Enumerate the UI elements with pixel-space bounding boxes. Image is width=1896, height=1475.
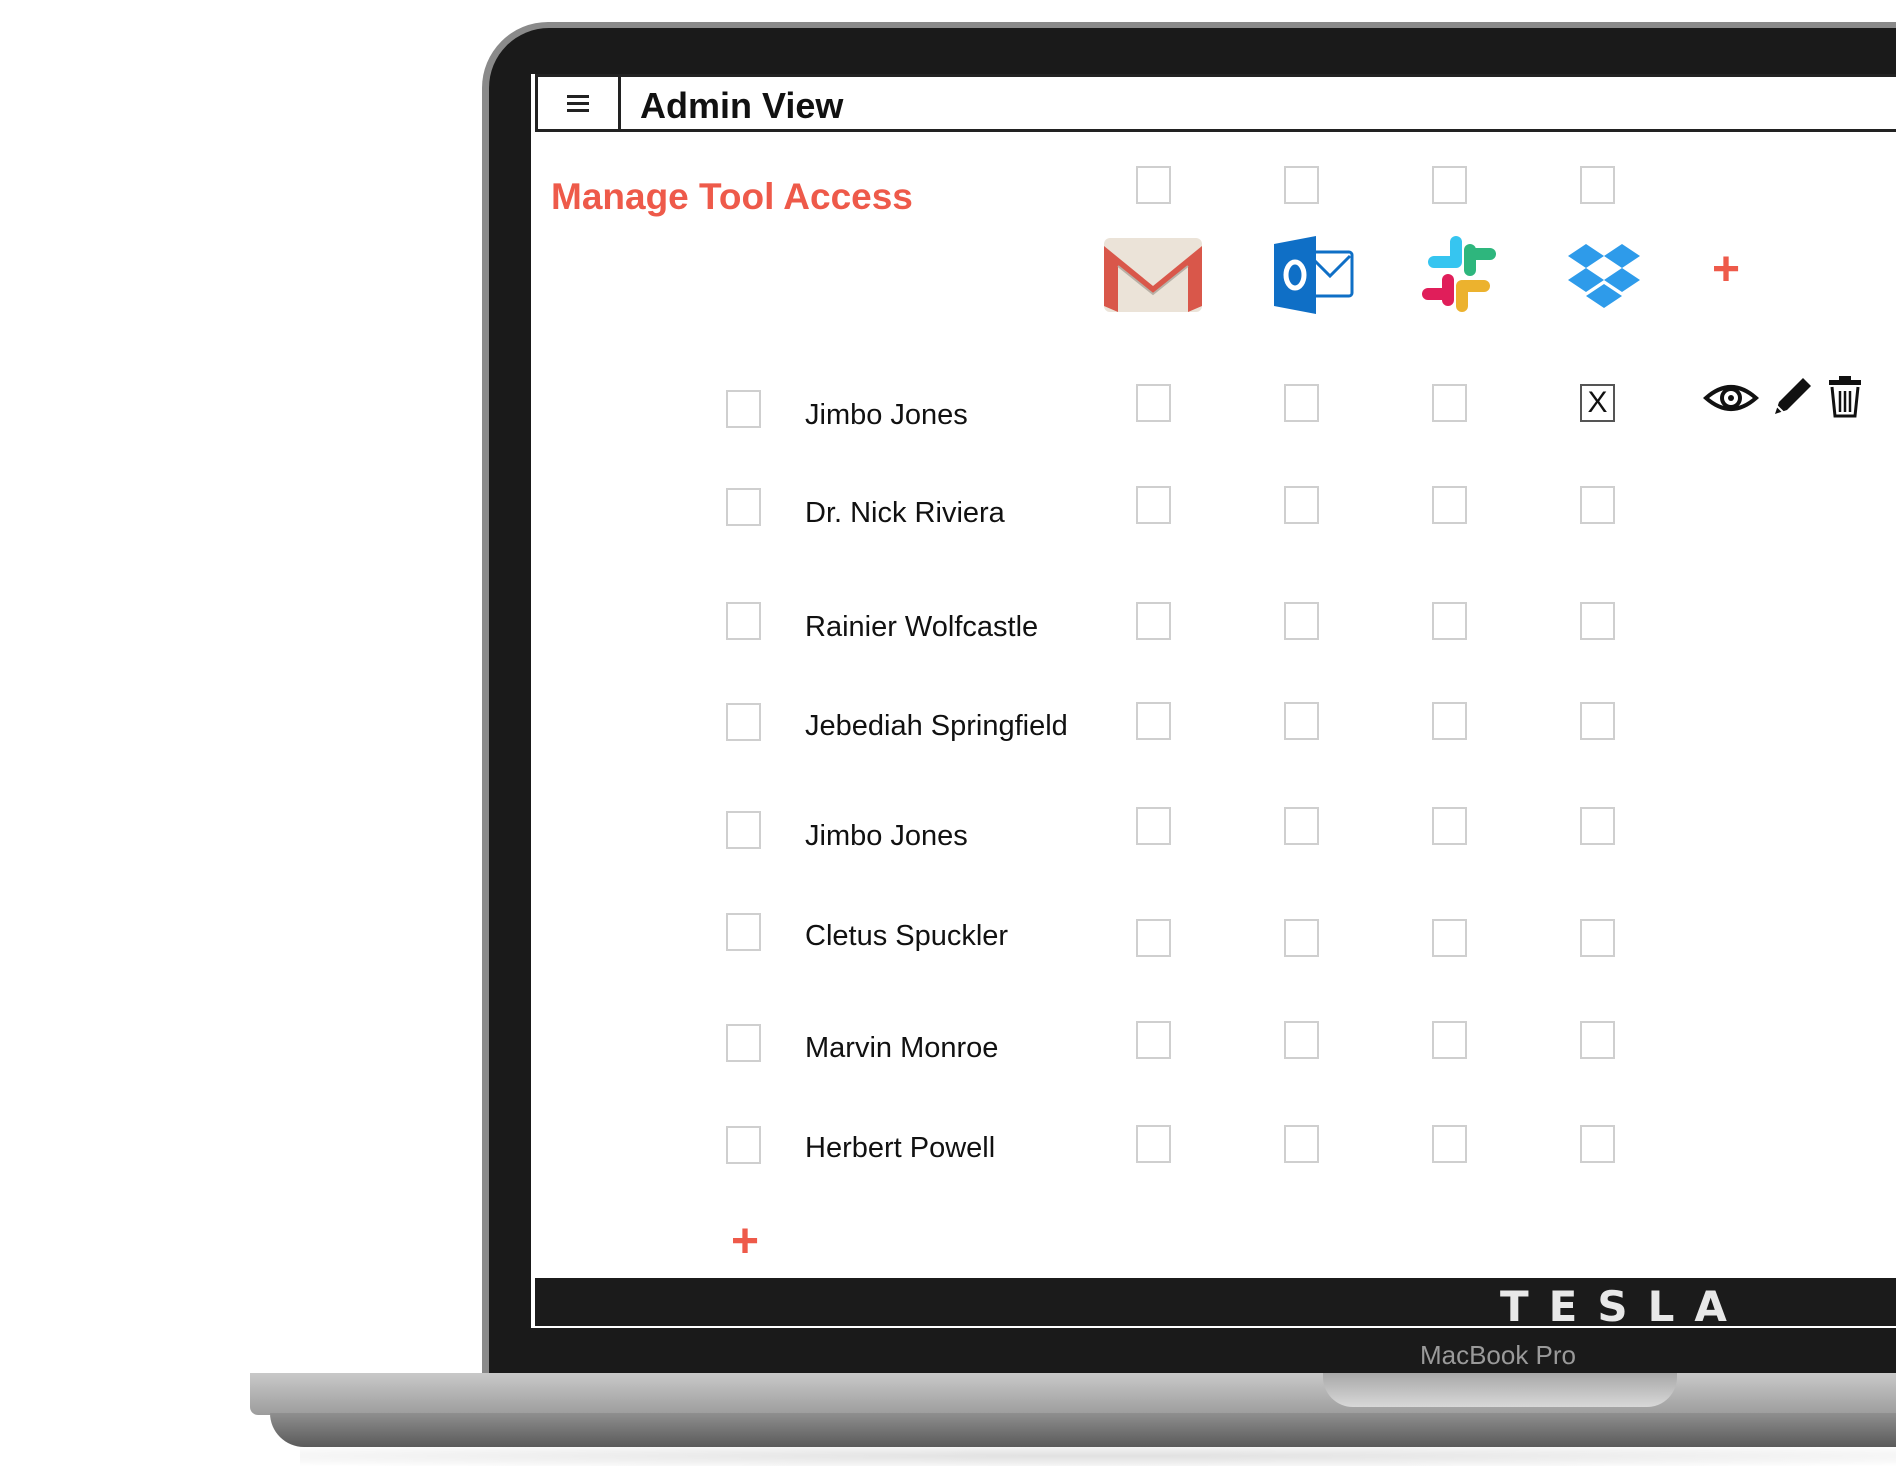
access-gmail-checkbox[interactable] [1136,919,1171,957]
access-outlook-checkbox[interactable] [1284,1021,1319,1059]
access-dropbox-checkbox[interactable]: X [1580,384,1615,422]
access-slack-checkbox[interactable] [1432,807,1467,845]
access-gmail-checkbox[interactable] [1136,1125,1171,1163]
select-tool-slack-checkbox[interactable] [1432,166,1467,204]
user-name: Herbert Powell [805,1132,996,1164]
trash-icon[interactable] [1827,374,1863,418]
user-name: Jimbo Jones [805,820,968,852]
access-slack-checkbox[interactable] [1432,602,1467,640]
laptop-base-notch [1323,1373,1677,1407]
user-name: Cletus Spuckler [805,920,1009,952]
access-outlook-checkbox[interactable] [1284,486,1319,524]
access-gmail-checkbox[interactable] [1136,702,1171,740]
access-dropbox-checkbox[interactable] [1580,1021,1615,1059]
outlook-icon[interactable] [1272,234,1356,316]
hamburger-menu-icon [567,91,589,116]
slack-icon[interactable] [1420,234,1498,314]
add-user-button[interactable]: + [731,1218,759,1266]
gmail-icon[interactable] [1102,236,1204,314]
user-name: Marvin Monroe [805,1032,999,1064]
pencil-icon[interactable] [1771,372,1815,418]
access-dropbox-checkbox[interactable] [1580,807,1615,845]
select-user-checkbox[interactable] [726,811,761,849]
access-slack-checkbox[interactable] [1432,1021,1467,1059]
user-name: Jimbo Jones [805,399,968,431]
select-user-checkbox[interactable] [726,1126,761,1164]
select-user-checkbox[interactable] [726,1024,761,1062]
access-outlook-checkbox[interactable] [1284,919,1319,957]
eye-icon[interactable] [1703,376,1759,420]
laptop-base-lower [270,1413,1896,1447]
menu-button[interactable] [538,77,621,129]
app-title: Admin View [640,85,844,126]
access-outlook-checkbox[interactable] [1284,384,1319,422]
access-slack-checkbox[interactable] [1432,486,1467,524]
laptop-shadow [300,1446,1896,1466]
select-user-checkbox[interactable] [726,602,761,640]
user-name: Jebediah Springfield [805,710,1068,742]
select-tool-dropbox-checkbox[interactable] [1580,166,1615,204]
brand-logo: TESLA [1500,1282,1747,1328]
access-slack-checkbox[interactable] [1432,919,1467,957]
access-gmail-checkbox[interactable] [1136,1021,1171,1059]
user-name: Dr. Nick Riviera [805,497,1005,529]
access-gmail-checkbox[interactable] [1136,486,1171,524]
select-user-checkbox[interactable] [726,703,761,741]
access-dropbox-checkbox[interactable] [1580,1125,1615,1163]
select-user-checkbox[interactable] [726,390,761,428]
device-label: MacBook Pro [1419,1340,1577,1370]
access-gmail-checkbox[interactable] [1136,602,1171,640]
access-dropbox-checkbox[interactable] [1580,702,1615,740]
access-slack-checkbox[interactable] [1432,702,1467,740]
access-gmail-checkbox[interactable] [1136,807,1171,845]
footer-bar: TESLA [535,1278,1896,1328]
add-tool-button[interactable]: + [1712,246,1740,294]
top-bar: Admin View [535,74,1896,132]
access-outlook-checkbox[interactable] [1284,702,1319,740]
access-slack-checkbox[interactable] [1432,384,1467,422]
access-slack-checkbox[interactable] [1432,1125,1467,1163]
access-dropbox-checkbox[interactable] [1580,486,1615,524]
user-name: Rainier Wolfcastle [805,611,1039,643]
app-screen: Admin View Manage Tool Access + Jimbo Jo… [531,74,1896,1328]
page-title: Manage Tool Access [551,176,913,217]
select-user-checkbox[interactable] [726,488,761,526]
access-outlook-checkbox[interactable] [1284,602,1319,640]
dropbox-icon[interactable] [1568,242,1640,308]
select-user-checkbox[interactable] [726,913,761,951]
access-outlook-checkbox[interactable] [1284,1125,1319,1163]
select-tool-gmail-checkbox[interactable] [1136,166,1171,204]
select-tool-outlook-checkbox[interactable] [1284,166,1319,204]
access-dropbox-checkbox[interactable] [1580,919,1615,957]
access-gmail-checkbox[interactable] [1136,384,1171,422]
access-outlook-checkbox[interactable] [1284,807,1319,845]
access-dropbox-checkbox[interactable] [1580,602,1615,640]
